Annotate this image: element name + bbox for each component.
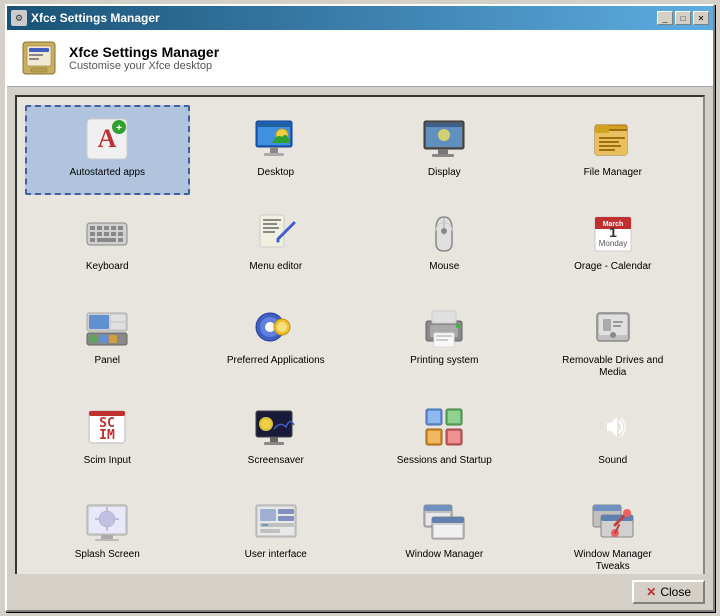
keyboard-label: Keyboard <box>86 261 129 273</box>
display-label: Display <box>428 167 461 179</box>
scim-input-label: Scim Input <box>84 455 131 467</box>
user-interface-label: User interface <box>245 549 307 561</box>
maximize-button[interactable]: □ <box>675 11 691 25</box>
sessions-startup-icon <box>420 403 468 451</box>
settings-grid: A + Autostarted apps <box>15 95 705 574</box>
grid-item-desktop[interactable]: Desktop <box>194 105 359 195</box>
header-icon <box>19 38 59 78</box>
grid-item-printing-system[interactable]: Printing system <box>362 293 527 389</box>
grid-item-scim-input[interactable]: SC IM Scim Input <box>25 393 190 483</box>
autostarted-apps-icon: A + <box>83 115 131 163</box>
window-title: Xfce Settings Manager <box>31 11 160 25</box>
close-window-button[interactable]: ✕ <box>693 11 709 25</box>
close-label: Close <box>660 585 691 599</box>
removable-drives-icon <box>589 303 637 351</box>
file-manager-icon <box>589 115 637 163</box>
grid-item-window-manager-tweaks[interactable]: Window Manager Tweaks <box>531 487 696 574</box>
sound-label: Sound <box>598 455 627 467</box>
orage-calendar-label: Orage - Calendar <box>574 261 651 273</box>
grid-item-sessions-startup[interactable]: Sessions and Startup <box>362 393 527 483</box>
scim-input-icon: SC IM <box>83 403 131 451</box>
mouse-label: Mouse <box>429 261 459 273</box>
grid-item-keyboard[interactable]: Keyboard <box>25 199 190 289</box>
close-x-icon: ✕ <box>646 585 656 599</box>
splash-screen-label: Splash Screen <box>75 549 140 561</box>
header-text: Xfce Settings Manager Customise your Xfc… <box>69 44 219 72</box>
svg-text:+: + <box>116 123 122 134</box>
titlebar-buttons: _ □ ✕ <box>657 11 709 25</box>
content-area: A + Autostarted apps <box>7 87 713 574</box>
header-subtitle: Customise your Xfce desktop <box>69 60 219 72</box>
display-icon <box>420 115 468 163</box>
grid-item-autostarted-apps[interactable]: A + Autostarted apps <box>25 105 190 195</box>
window-manager-tweaks-icon <box>589 497 637 545</box>
svg-text:Monday: Monday <box>599 239 627 248</box>
screensaver-label: Screensaver <box>248 455 304 467</box>
menu-editor-icon <box>252 209 300 257</box>
grid-item-window-manager[interactable]: Window Manager <box>362 487 527 574</box>
autostarted-apps-label: Autostarted apps <box>69 167 145 179</box>
user-interface-icon <box>252 497 300 545</box>
grid-item-splash-screen[interactable]: Splash Screen <box>25 487 190 574</box>
minimize-button[interactable]: _ <box>657 11 673 25</box>
panel-icon <box>83 303 131 351</box>
desktop-icon <box>252 115 300 163</box>
grid-item-display[interactable]: Display <box>362 105 527 195</box>
window-manager-icon <box>420 497 468 545</box>
orage-calendar-icon: March 1 Monday <box>589 209 637 257</box>
mouse-icon <box>420 209 468 257</box>
grid-item-user-interface[interactable]: User interface <box>194 487 359 574</box>
footer: ✕ Close <box>7 574 713 610</box>
grid-item-panel[interactable]: Panel <box>25 293 190 389</box>
sound-icon <box>589 403 637 451</box>
header-title: Xfce Settings Manager <box>69 44 219 60</box>
splash-screen-icon <box>83 497 131 545</box>
close-button[interactable]: ✕ Close <box>632 580 705 604</box>
window-manager-label: Window Manager <box>405 549 483 561</box>
main-window: ⚙ Xfce Settings Manager _ □ ✕ Xfce Setti… <box>5 4 715 612</box>
grid-item-orage-calendar[interactable]: March 1 Monday Orage - Calendar <box>531 199 696 289</box>
grid-item-removable-drives[interactable]: Removable Drives and Media <box>531 293 696 389</box>
desktop-label: Desktop <box>257 167 294 179</box>
grid-item-preferred-applications[interactable]: Preferred Applications <box>194 293 359 389</box>
window-manager-tweaks-label: Window Manager Tweaks <box>558 549 668 573</box>
grid-item-mouse[interactable]: Mouse <box>362 199 527 289</box>
header: Xfce Settings Manager Customise your Xfc… <box>7 30 713 87</box>
svg-text:1: 1 <box>609 224 617 240</box>
keyboard-icon <box>83 209 131 257</box>
menu-editor-label: Menu editor <box>249 261 302 273</box>
file-manager-label: File Manager <box>584 167 642 179</box>
titlebar: ⚙ Xfce Settings Manager _ □ ✕ <box>7 6 713 30</box>
grid-item-screensaver[interactable]: Screensaver <box>194 393 359 483</box>
svg-text:IM: IM <box>99 428 115 443</box>
printing-system-icon <box>420 303 468 351</box>
preferred-applications-label: Preferred Applications <box>227 355 325 367</box>
app-icon: ⚙ <box>11 10 27 26</box>
screensaver-icon <box>252 403 300 451</box>
preferred-applications-icon <box>252 303 300 351</box>
grid-item-menu-editor[interactable]: Menu editor <box>194 199 359 289</box>
removable-drives-label: Removable Drives and Media <box>558 355 668 379</box>
grid-item-sound[interactable]: Sound <box>531 393 696 483</box>
grid-item-file-manager[interactable]: File Manager <box>531 105 696 195</box>
titlebar-left: ⚙ Xfce Settings Manager <box>11 10 160 26</box>
printing-system-label: Printing system <box>410 355 478 367</box>
sessions-startup-label: Sessions and Startup <box>397 455 492 467</box>
panel-label: Panel <box>94 355 120 367</box>
